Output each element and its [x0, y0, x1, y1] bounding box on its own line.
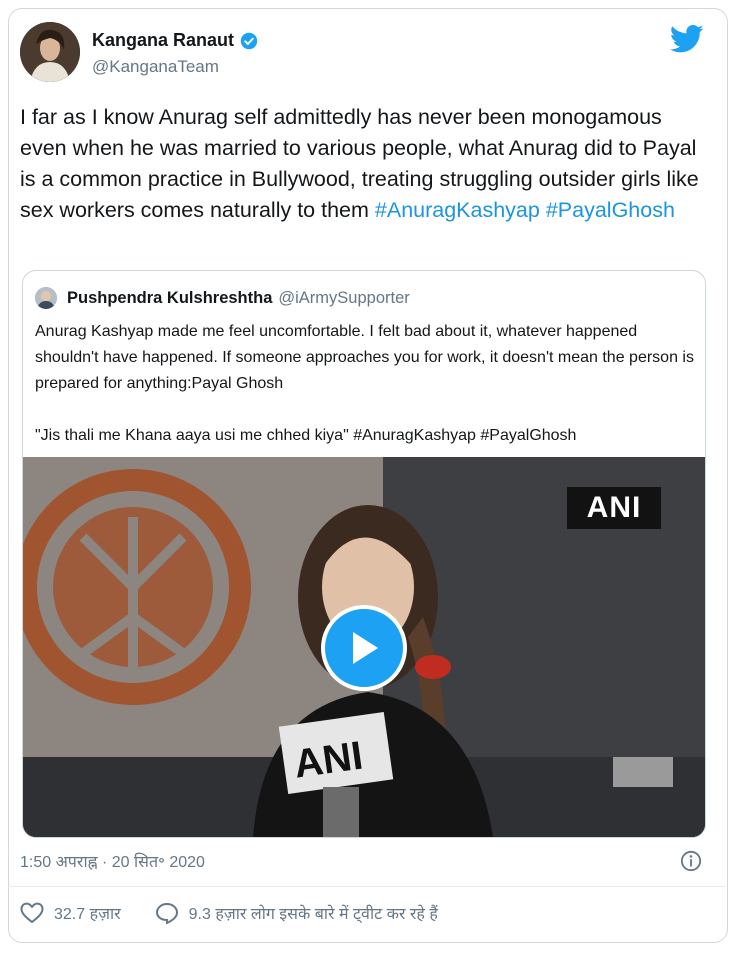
- author-name-row: Kangana Ranaut: [92, 30, 258, 51]
- divider: [8, 886, 726, 887]
- play-icon: [353, 632, 378, 664]
- tweet-timestamp[interactable]: 1:50 अपराह्न · 20 सित॰ 2020: [20, 850, 205, 872]
- twitter-bird-icon[interactable]: [670, 24, 704, 54]
- like-count: 32.7 हज़ार: [54, 906, 121, 923]
- info-icon[interactable]: [680, 850, 702, 872]
- play-button[interactable]: [321, 605, 407, 691]
- author-avatar[interactable]: [20, 22, 80, 82]
- author-handle[interactable]: @KanganaTeam: [92, 57, 219, 77]
- tweet-actions: 32.7 हज़ार 9.3 हज़ार लोग इसके बारे में ट…: [20, 902, 438, 924]
- quoted-author-handle[interactable]: @iArmySupporter: [278, 289, 409, 307]
- like-action[interactable]: 32.7 हज़ार: [20, 902, 121, 924]
- conversation-action[interactable]: 9.3 हज़ार लोग इसके बारे में ट्वीट कर रहे…: [155, 902, 438, 924]
- quoted-author-name[interactable]: Pushpendra Kulshreshtha: [67, 289, 272, 307]
- quoted-author-row: Pushpendra Kulshreshtha @iArmySupporter: [67, 289, 410, 308]
- quoted-text: Anurag Kashyap made me feel uncomfortabl…: [35, 319, 699, 449]
- author-name[interactable]: Kangana Ranaut: [92, 30, 234, 51]
- quoted-line-1: Anurag Kashyap made me feel uncomfortabl…: [35, 323, 694, 392]
- video-player[interactable]: ANI ANI: [23, 457, 705, 837]
- video-watermark: ANI: [567, 487, 661, 529]
- tweet-text: I far as I know Anurag self admittedly h…: [20, 102, 710, 226]
- hashtag-payal-ghosh[interactable]: #PayalGhosh: [546, 198, 675, 222]
- quoted-line-2: "Jis thali me Khana aaya usi me chhed ki…: [35, 427, 577, 444]
- quoted-tweet[interactable]: Pushpendra Kulshreshtha @iArmySupporter A…: [22, 270, 706, 838]
- heart-icon: [20, 902, 44, 924]
- conversation-count: 9.3 हज़ार लोग इसके बारे में ट्वीट कर रहे…: [188, 906, 438, 923]
- comment-icon: [155, 902, 178, 924]
- hashtag-anurag-kashyap[interactable]: #AnuragKashyap: [375, 198, 540, 222]
- quoted-author-avatar[interactable]: [35, 287, 57, 309]
- verified-icon: [240, 32, 258, 49]
